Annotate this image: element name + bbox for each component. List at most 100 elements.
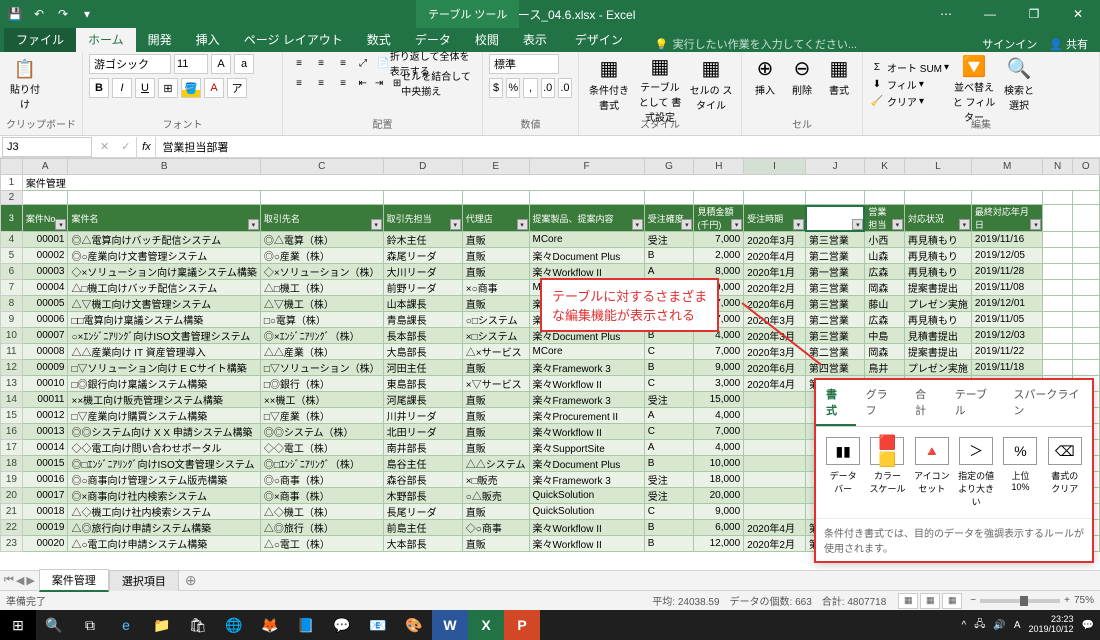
table-header[interactable]: 最終対応年月日▾ [971,205,1043,232]
align-middle-icon[interactable]: ≡ [311,54,331,72]
qa-tab-chart[interactable]: グラフ [856,380,905,426]
zoom-slider[interactable] [980,599,1060,603]
cell[interactable]: 00014 [22,440,68,456]
cell[interactable]: 2020年2月 [744,536,806,552]
filter-drop-icon[interactable]: ▾ [517,219,528,230]
cell[interactable]: △▽機工（株） [260,296,383,312]
cell[interactable]: ◇◇電工（株） [260,440,383,456]
cell[interactable]: △△産業向け IT 資産管理導入 [68,344,260,360]
zoom-out-icon[interactable]: − [970,595,976,606]
cell[interactable]: 00011 [22,392,68,408]
col-head[interactable]: A [22,159,68,175]
comma-icon[interactable]: , [523,78,537,98]
align-top-icon[interactable]: ≡ [289,54,309,72]
cell[interactable]: 20,000 [694,488,744,504]
cell[interactable]: A [644,440,694,456]
cell[interactable]: ◇◇電工向け問い合わせポータル [68,440,260,456]
maximize-icon[interactable]: ❐ [1012,0,1056,28]
cell[interactable]: 第三営業 [805,328,865,344]
cell[interactable]: 2019/11/18 [971,360,1043,376]
cell[interactable]: 再見積もり [904,264,971,280]
cell[interactable]: 2020年4月 [744,520,806,536]
clock[interactable]: 23:23 2019/10/12 [1029,615,1074,635]
cell[interactable]: 2019/12/03 [971,328,1043,344]
page-layout-view-icon[interactable]: ▦ [920,593,940,609]
cell[interactable]: 島谷主任 [383,456,462,472]
search-icon[interactable]: 🔍 [36,610,72,640]
row-head[interactable]: 7 [1,280,23,296]
cell[interactable]: 直販 [462,536,529,552]
cell[interactable]: 山森 [865,248,905,264]
cell[interactable]: 7,000 [694,232,744,248]
cell[interactable]: ◇○商事 [462,520,529,536]
qa-tab-totals[interactable]: 合計 [905,380,945,426]
col-head[interactable]: M [971,159,1043,175]
cell[interactable]: 直販 [462,296,529,312]
filter-drop-icon[interactable]: ▾ [248,219,259,230]
cell[interactable]: 再見積もり [904,232,971,248]
cell[interactable]: 森谷部長 [383,472,462,488]
cell[interactable]: 直販 [462,440,529,456]
cell[interactable]: C [644,344,694,360]
cell[interactable]: 楽々Document Plus [529,456,644,472]
col-head[interactable]: L [904,159,971,175]
row-head[interactable]: 9 [1,312,23,328]
cell[interactable]: 鳥井 [865,360,905,376]
cell[interactable]: 鈴木主任 [383,232,462,248]
cell[interactable] [744,408,806,424]
align-center-icon[interactable]: ≡ [311,74,331,92]
col-head[interactable]: N [1043,159,1072,175]
tray-up-icon[interactable]: ^ [962,620,967,631]
cell[interactable]: 大島部長 [383,344,462,360]
tell-me[interactable]: 💡実行したい作業を入力してください... [655,36,857,52]
cell[interactable]: 2,000 [694,248,744,264]
cell[interactable]: 4,000 [694,408,744,424]
cell[interactable]: □◎銀行向け稟議システム構築 [68,376,260,392]
cell[interactable]: ◎△電算（株） [260,232,383,248]
cell[interactable]: △◇機工向け社内検索システム [68,504,260,520]
row-head[interactable]: 10 [1,328,23,344]
cell[interactable]: 9,000 [694,504,744,520]
cell[interactable]: ○□システム [462,312,529,328]
cell[interactable]: 18,000 [694,472,744,488]
tab-page-layout[interactable]: ページ レイアウト [232,27,355,52]
cell[interactable]: ◎◎システム（株） [260,424,383,440]
cell[interactable]: □▽産業（株） [260,408,383,424]
row-head[interactable]: 14 [1,392,23,408]
row-head[interactable]: 17 [1,440,23,456]
cell[interactable]: 2019/11/08 [971,280,1043,296]
cell[interactable]: 第二営業 [805,344,865,360]
table-header[interactable]: 対応状況▾ [904,205,971,232]
cell[interactable]: 東島部長 [383,376,462,392]
cell[interactable]: 提案書提出 [904,280,971,296]
undo-icon[interactable]: ↶ [30,5,48,23]
merge-center-button[interactable]: ⊞セルを結合して中央揃え [389,74,476,92]
cell[interactable]: 大川リーダ [383,264,462,280]
row-head[interactable]: 20 [1,488,23,504]
cell[interactable]: 木野部長 [383,488,462,504]
cell[interactable]: 前野リーダ [383,280,462,296]
row-head[interactable]: 1 [1,175,23,191]
cell[interactable]: 2019/11/28 [971,264,1043,280]
qa-databar[interactable]: ▮▮データ バー [824,437,862,508]
table-header[interactable]: 案件名▾ [68,205,260,232]
cell[interactable] [744,456,806,472]
indent-inc-icon[interactable]: ⇥ [372,74,385,92]
tab-file[interactable]: ファイル [4,27,76,52]
cell[interactable]: 提案書提出 [904,344,971,360]
cell[interactable]: 第三営業 [805,280,865,296]
sheet-tab-other[interactable]: 選択項目 [109,570,179,591]
cell[interactable]: 第二営業 [805,248,865,264]
col-head[interactable]: J [805,159,865,175]
col-head[interactable]: E [462,159,529,175]
fill-color-icon[interactable]: 🪣 [181,78,201,98]
cell[interactable]: 直販 [462,248,529,264]
cell[interactable]: ××機工向け販売管理システム構築 [68,392,260,408]
font-name-input[interactable] [89,54,171,74]
cell[interactable]: 00007 [22,328,68,344]
phonetic-icon[interactable]: ア [227,78,247,98]
cell[interactable]: 7,000 [694,424,744,440]
font-color-icon[interactable]: A [204,78,224,98]
cell[interactable]: □◎銀行（株） [260,376,383,392]
cancel-formula-icon[interactable]: ✕ [94,140,115,153]
